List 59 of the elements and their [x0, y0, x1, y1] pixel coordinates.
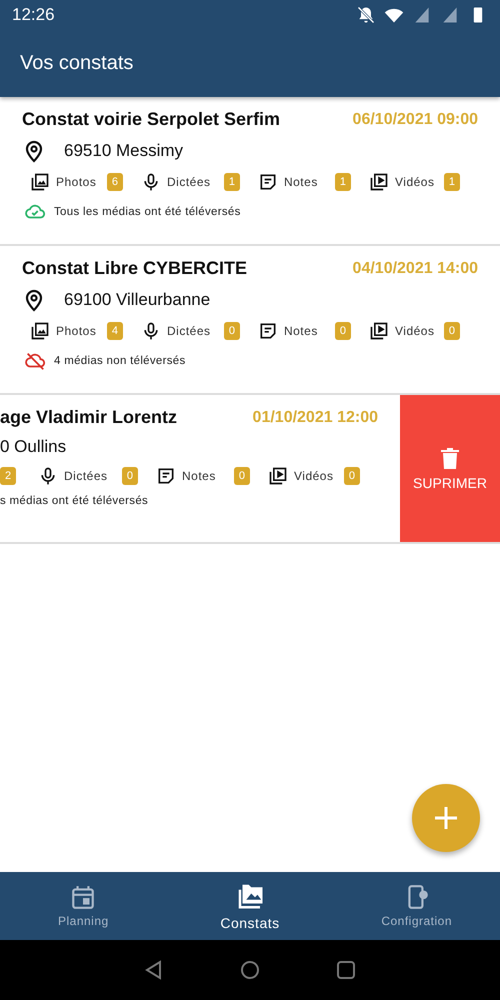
video-icon: [368, 321, 389, 341]
count-badge: 1: [334, 173, 351, 191]
constat-title: Constat voirie Serpolet Serfim: [22, 109, 282, 130]
address: 69510 Messimy: [64, 141, 184, 161]
recents-icon[interactable]: [336, 960, 356, 980]
address: 69100 Villeurbanne: [64, 290, 210, 310]
media-label: Vidéos: [294, 469, 334, 483]
count-badge: 0: [444, 322, 460, 340]
upload-status: Tous les médias ont été téléversés: [54, 206, 241, 218]
upload-status: s médias ont été téléversés: [0, 495, 148, 507]
count-badge: 0: [344, 467, 360, 485]
status-time: 12:26: [12, 5, 55, 25]
constat-title: Constat Libre CYBERCITE: [22, 258, 248, 279]
media-label: Photos: [56, 175, 96, 189]
app-title: Vos constats: [19, 51, 134, 75]
trash-icon: [440, 446, 460, 468]
constat-card[interactable]: Constat Libre CYBERCITE 04/10/2021 14:00 69100 Villeurbanne Photos 4 Dictées 0 Notes 0 Vidéos 0 4 médias non téléversés: [0, 246, 500, 393]
count-badge: 2: [0, 467, 16, 485]
video-icon: [368, 172, 389, 192]
media-label: Notes: [284, 324, 318, 338]
back-icon[interactable]: [144, 960, 164, 980]
note-icon: [156, 466, 176, 486]
count-badge: 1: [444, 173, 460, 191]
count-badge: 0: [334, 322, 351, 340]
count-badge: 0: [122, 467, 138, 485]
address: 0 Oullins: [0, 437, 66, 457]
nav-tab[interactable]: Constats: [166, 872, 334, 940]
count-badge: 6: [106, 173, 124, 191]
count-badge: 0: [224, 322, 240, 340]
photos-icon: [30, 321, 50, 341]
media-label: Dictées: [167, 175, 211, 189]
constat-date: 04/10/2021 14:00: [352, 260, 478, 278]
note-icon: [258, 172, 278, 192]
count-badge: 0: [234, 467, 250, 485]
constat-title: age Vladimir Lorentz: [0, 407, 178, 428]
constat-card[interactable]: age Vladimir Lorentz 01/10/2021 12:00 0 Oullins 2 Dictées 0 Notes 0 Vidéos 0 s médias ont été téléversés: [0, 395, 400, 542]
home-icon[interactable]: [240, 960, 260, 980]
delete-button[interactable]: SUPRIMER: [400, 395, 500, 542]
count-badge: 1: [224, 173, 240, 191]
media-label: Photos: [56, 324, 96, 338]
bell-off-icon: [356, 5, 376, 25]
media-label: Vidéos: [394, 175, 434, 189]
media-label: Notes: [182, 469, 216, 483]
media-label: Notes: [284, 175, 318, 189]
upload-status: 4 médias non téléversés: [54, 355, 186, 367]
constat-date: 01/10/2021 12:00: [252, 408, 378, 426]
count-badge: 4: [106, 322, 124, 340]
plus-icon: [434, 806, 458, 830]
media-label: Dictées: [167, 324, 211, 338]
constat-date: 06/10/2021 09:00: [352, 110, 478, 128]
calendar-icon: [70, 884, 96, 910]
note-icon: [258, 321, 278, 341]
nav-tab[interactable]: Planning: [0, 872, 167, 940]
nav-tab[interactable]: Configration: [333, 872, 500, 940]
media-label: Vidéos: [394, 324, 434, 338]
photos-icon: [30, 172, 50, 192]
video-icon: [268, 466, 288, 486]
media-label: Dictées: [64, 469, 108, 483]
constat-card[interactable]: Constat voirie Serpolet Serfim 06/10/2021 09:00 69510 Messimy Photos 6 Dictées 1 Notes 1 Vidéos 1 Tous les médias ont été téléversés: [0, 97, 500, 244]
